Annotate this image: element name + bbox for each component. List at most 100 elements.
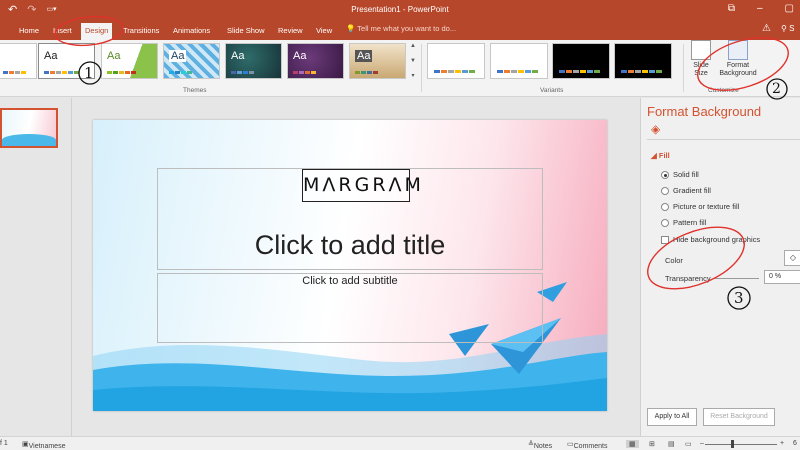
slide-sorter-icon[interactable]: ⊞	[649, 440, 655, 448]
slide-size-button[interactable]: Slide Size	[688, 40, 714, 78]
zoom-slider-thumb[interactable]	[731, 440, 734, 448]
fill-header-label: Fill	[658, 151, 670, 160]
user-initial: S	[789, 24, 795, 33]
annotation-number-1: 1	[84, 64, 94, 82]
color-picker-button[interactable]: ◇	[784, 250, 800, 266]
radio-button[interactable]	[661, 186, 669, 195]
apply-to-all-button[interactable]: Apply to All	[647, 408, 697, 426]
tab-review[interactable]: Review	[274, 23, 307, 40]
scroll-up-icon[interactable]: ▲	[410, 43, 416, 49]
slide-thumbnails-panel	[0, 98, 72, 436]
checkbox[interactable]	[661, 235, 669, 244]
pane-title: Format Background	[647, 104, 762, 119]
status-bar: f 1 ▣ Vietnamese ≜ Notes ▭ Comments ▦ ⊞ …	[0, 436, 800, 450]
tab-animations[interactable]: Animations	[169, 23, 214, 40]
powerpoint-window: ↶ ↷ ▭▾ Presentation1 - PowerPoint ⧉ – ▢ …	[0, 0, 800, 450]
theme-ion[interactable]: Aa	[225, 43, 282, 79]
reset-background-button[interactable]: Reset Background	[703, 408, 775, 426]
more-icon[interactable]: ▾	[411, 72, 414, 79]
tell-me-box[interactable]: 💡 Tell me what you want to do...	[346, 24, 456, 33]
theme-integral[interactable]: Aa	[163, 43, 220, 79]
scroll-down-icon[interactable]: ▼	[410, 58, 416, 64]
theme-facet[interactable]: Aa	[101, 43, 158, 79]
variant-2[interactable]	[490, 43, 548, 79]
radio-button[interactable]	[661, 170, 669, 179]
hide-background-graphics-option[interactable]: Hide background graphics	[661, 235, 760, 244]
pattern-fill-option[interactable]: Pattern fill	[661, 218, 706, 227]
theme-office[interactable]	[0, 43, 37, 79]
fill-bucket-icon[interactable]: ◈	[651, 122, 665, 136]
notes-label: Notes	[533, 443, 553, 450]
tab-insert[interactable]: Insert	[49, 23, 76, 40]
paint-bucket-icon: ◇	[789, 253, 797, 262]
theme-ion-boardroom[interactable]: Aa	[287, 43, 344, 79]
comments-button[interactable]: ▭ Comments	[567, 440, 607, 450]
variant-1[interactable]	[427, 43, 485, 79]
tell-me-text: Tell me what you want to do...	[357, 24, 457, 33]
themes-gallery-scroll[interactable]: ▲ ▼ ▾	[409, 43, 417, 79]
slide-size-icon	[691, 40, 711, 60]
slide-canvas[interactable]: MΛRGRΛM Click to add title Click to add …	[93, 120, 607, 411]
transparency-slider[interactable]	[714, 278, 759, 279]
variant-3[interactable]	[552, 43, 610, 79]
collapse-triangle-icon: ◢	[651, 151, 659, 160]
option-label: Picture or texture fill	[673, 202, 740, 211]
annotation-number-2: 2	[772, 81, 781, 97]
gradient-fill-option[interactable]: Gradient fill	[661, 186, 711, 195]
subtitle-placeholder[interactable]: Click to add subtitle	[157, 275, 543, 287]
ribbon-tabs: Home Insert Design Transitions Animation…	[0, 20, 800, 40]
language-indicator[interactable]: ▣ Vietnamese	[22, 440, 65, 450]
reading-view-icon[interactable]: ▤	[668, 440, 675, 448]
themes-group-label: Themes	[183, 87, 207, 94]
radio-button[interactable]	[661, 218, 669, 227]
zoom-out-icon[interactable]: –	[700, 440, 704, 447]
tab-design[interactable]: Design	[81, 23, 113, 40]
option-label: Gradient fill	[673, 186, 711, 195]
tab-home[interactable]: Home	[15, 23, 43, 40]
design-ribbon: Aa Aa Aa Aa Aa Aa ▲ ▼ ▾ Themes Variants …	[0, 40, 800, 97]
comments-label: Comments	[573, 443, 608, 450]
transparency-input[interactable]: 0 %	[764, 270, 800, 284]
option-label: Hide background graphics	[673, 235, 761, 244]
format-background-label: Format Background	[719, 62, 757, 77]
group-separator	[683, 44, 684, 92]
theme-organic[interactable]: Aa	[349, 43, 406, 79]
variants-group-label: Variants	[540, 87, 564, 94]
window-controls: ⧉ – ▢	[728, 3, 794, 14]
normal-view-icon[interactable]: ▦	[626, 440, 639, 448]
annotation-number-3: 3	[734, 289, 744, 307]
pane-divider	[647, 139, 800, 140]
radio-button[interactable]	[661, 202, 669, 211]
slide-thumbnail-1[interactable]	[0, 108, 58, 148]
format-background-button[interactable]: Format Background	[714, 40, 762, 78]
window-title: Presentation1 - PowerPoint	[351, 5, 449, 14]
notes-button[interactable]: ≜ Notes	[528, 440, 552, 450]
format-background-icon	[728, 40, 748, 60]
title-placeholder[interactable]: Click to add title	[157, 230, 543, 261]
language-label: Vietnamese	[28, 443, 66, 450]
maximize-icon[interactable]: ▢	[785, 3, 794, 14]
customize-group-label: Customize	[708, 87, 739, 94]
slide-count: f 1	[0, 440, 8, 447]
tab-slide-show[interactable]: Slide Show	[223, 23, 269, 40]
user-icon: ⚲	[781, 24, 787, 33]
zoom-in-icon[interactable]: +	[780, 440, 784, 447]
tab-view[interactable]: View	[312, 23, 336, 40]
minimize-icon[interactable]: –	[757, 3, 763, 14]
warning-icon[interactable]: ⚠	[762, 23, 771, 34]
option-label: Pattern fill	[673, 218, 707, 227]
account-button[interactable]: ⚲ S	[781, 24, 794, 33]
slideshow-icon[interactable]: ▭	[685, 440, 692, 448]
solid-fill-option[interactable]: Solid fill	[661, 170, 699, 179]
lightbulb-icon: 💡	[346, 24, 356, 33]
zoom-slider[interactable]	[705, 444, 777, 445]
margram-logo: MΛRGRΛM	[302, 169, 421, 202]
picture-fill-option[interactable]: Picture or texture fill	[661, 202, 739, 211]
color-label: Color	[665, 256, 683, 265]
variant-4[interactable]	[614, 43, 672, 79]
transparency-label: Transparency	[665, 274, 711, 283]
zoom-level[interactable]: 6	[793, 440, 797, 447]
fill-section-header[interactable]: ◢ Fill	[651, 151, 670, 160]
tab-transitions[interactable]: Transitions	[119, 23, 163, 40]
restore-icon[interactable]: ⧉	[728, 3, 735, 14]
